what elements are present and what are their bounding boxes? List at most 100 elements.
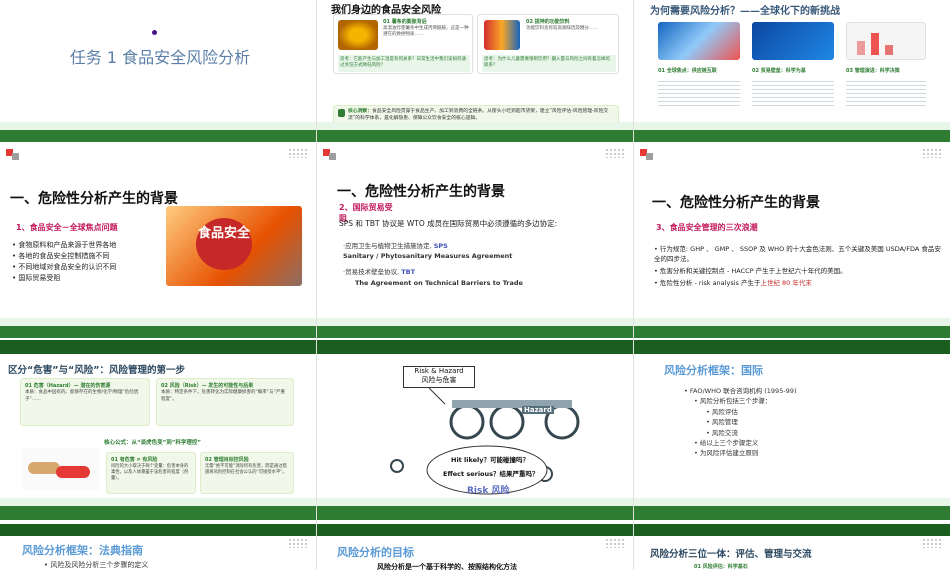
risk-card: 02 风险（Risk）— 发生的可能性与后果 本质：特定条件下，危害转化为实际健… <box>156 378 294 426</box>
question-2: Effect serious？结果严重吗？ <box>443 470 539 478</box>
card-energy-drink: 02 提神的功能饮料 功能饮料含有较高咖啡因及糖分…… 思考：为什么儿童需要限制… <box>477 14 619 74</box>
frame-shape <box>452 400 572 408</box>
green-band <box>0 340 950 354</box>
slide-10[interactable]: 风险分析框架：法典指南 • 风险及风险分析三个步骤的定义 <box>0 536 316 570</box>
body-line: 风险分析是一个基于科学的、按照结构化方法 <box>377 563 517 570</box>
bullet-item: • 国际贸易受阻 <box>12 273 61 282</box>
slide-title: 任务 1 食品安全风险分析 <box>69 48 251 67</box>
card-body: 功能饮料含有较高咖啡因及糖分…… <box>526 26 598 31</box>
card-body: 本质：特定条件下，危害转化为实际健康损害的“概率”与“严重程度”。 <box>161 390 285 402</box>
sps-line: ·应用卫生与植物卫生措施协定, SPS <box>343 242 448 250</box>
card-question: 思考：它能产生与加工温度有何关系？日常生活中我们该如何通过烹饪方式降低风险？ <box>338 55 470 72</box>
wheel-shape <box>390 459 404 473</box>
core-label: 核心洞察： <box>348 109 372 114</box>
card-body: 无需“绝不可能”消除所有危害，而是通过措施将风险控制在社会公认的“可接受水平”。 <box>205 464 287 476</box>
list-item: • 风险评估 <box>706 407 738 416</box>
card-fries: 01 薯条的膨胀背后 高温油炸使薯条中生成丙烯酰胺，这是一种潜在的致癌物质…… … <box>333 14 473 74</box>
column-heading-3: 03 管理演进：科学决策 <box>846 68 900 74</box>
card-heading: 02 风险（Risk）— 发生的可能性与后果 <box>161 383 254 389</box>
slide-4[interactable]: 一、危险性分析产生的背景 1、食品安全－全球焦点问题 • 食物原料和产品来源于世… <box>0 146 316 318</box>
port-image <box>658 22 740 60</box>
core-text: 食品安全风险贯穿于食品生产、加工到消费的全链条。从街头小吃到超市货架，建立“风险… <box>348 109 609 121</box>
risk-label: Risk 风险 <box>467 486 510 496</box>
bullet-item: • 食物原料和产品来源于世界各地 <box>12 241 117 249</box>
slide-title: 风险分析三位一体：评估、管理与交流 <box>650 549 812 560</box>
divider <box>316 0 317 570</box>
dot-pattern <box>288 148 308 158</box>
shield-icon <box>338 109 345 117</box>
food-safety-stamp: 食品安全 <box>196 218 252 270</box>
card-body: 高温油炸使薯条中生成丙烯酰胺，这是一种潜在的致癌物质…… <box>383 26 469 38</box>
tbt-english: The Agreement on Technical Barriers to T… <box>355 279 523 287</box>
hazard-label: Hazard <box>522 406 554 414</box>
card-question: 思考：为什么儿童需要限制饮用？摄入量与风险之间有着怎样的联系？ <box>482 55 616 72</box>
drink-image <box>484 20 520 50</box>
column-heading-2: 02 贸易壁垒：科学为基 <box>752 68 806 74</box>
bullet-item: • 行为规范: GHP 、 GMP 、 SSOP 及 WHO 的十大金色法则、五… <box>654 245 941 264</box>
slide-6[interactable]: 一、危险性分析产生的背景 3、食品安全管理的三次浪潮 • 行为规范: GHP 、… <box>634 146 950 318</box>
slide-3[interactable]: 为何需要风险分析？——全球化下的新挑战 01 全球焦点：供应链互联 02 贸易壁… <box>634 0 950 122</box>
slide-title: 一、危险性分析产生的背景 <box>10 191 178 207</box>
dot-pattern <box>605 538 625 548</box>
formula-heading: 核心公式：从“谈虎色变”到“科学理控” <box>104 440 201 446</box>
dot-pattern <box>605 148 625 158</box>
column-text-1 <box>658 78 740 108</box>
dot-pattern <box>922 538 942 548</box>
card-body: 风险的大小取决于两个变量：危害本身的毒性，以及人体暴露于该危害的程度（剂量）。 <box>111 464 189 482</box>
column-heading-1: 01 全球焦点：供应链互联 <box>658 68 717 74</box>
slide-1[interactable]: 任务 1 食品安全风险分析 <box>0 0 316 122</box>
slide-7[interactable]: 区分“危害”与“风险”：风险管理的第一步 01 危害（Hazard）— 潜在的伤… <box>0 358 316 498</box>
slide-title: 风险分析的目标 <box>337 546 414 559</box>
peanut-image <box>22 448 100 490</box>
food-safety-image: 食品安全 <box>166 206 302 286</box>
fries-image <box>338 20 378 50</box>
card-heading: 01 薯条的膨胀背后 <box>383 19 427 25</box>
logo-icon <box>323 149 337 161</box>
list-item: • 风险及风险分析三个步骤的定义 <box>44 561 149 569</box>
card-heading: 02 提神的功能饮料 <box>526 19 570 25</box>
slide-12[interactable]: 风险分析三位一体：评估、管理与交流 01 风险评估：科学基石 <box>634 536 950 570</box>
core-insight: 核心洞察：食品安全风险贯穿于食品生产、加工到消费的全链条。从街头小吃到超市货架，… <box>333 105 619 122</box>
dot-marker <box>152 30 157 35</box>
green-band <box>0 326 950 338</box>
wheel-shape <box>449 404 485 440</box>
trade-image <box>752 22 834 60</box>
slide-title: 风险分析框架：国际 <box>664 364 763 377</box>
lead-text: SPS 和 TBT 协议是 WTO 成员在国际贸易中必须遵循的多边协定: <box>339 219 558 228</box>
slide-title: 一、危险性分析产生的背景 <box>652 195 820 211</box>
slide-subtitle: 3、食品安全管理的三次浪潮 <box>656 223 758 232</box>
chart-image <box>846 22 926 60</box>
bullet-item: • 各地的食品安全控制措施不同 <box>12 251 110 260</box>
slide-11[interactable]: 风险分析的目标 风险分析是一个基于科学的、按照结构化方法 <box>317 536 633 570</box>
green-band <box>0 524 950 536</box>
slide-title: 风险分析框架：法典指南 <box>22 544 143 557</box>
slide-grid: 任务 1 食品安全风险分析 我们身边的食品安全风险 01 薯条的膨胀背后 高温油… <box>0 0 950 570</box>
dot-pattern <box>288 538 308 548</box>
sps-english: Sanitary / Phytosanitary Measures Agreem… <box>343 252 513 260</box>
slide-9[interactable]: 风险分析框架：国际 • FAO/WHO 联合咨询机构 (1995-99) • 风… <box>634 358 950 498</box>
slide-8[interactable]: Risk & Hazard 风险与危害 Hazard Hit likely？可能碰… <box>317 358 633 498</box>
section-heading: 01 风险评估：科学基石 <box>694 564 748 570</box>
slide-subtitle: 1、食品安全－全球焦点问题 <box>16 223 118 232</box>
list-item: • 给以上三个步骤定义 <box>694 438 759 447</box>
list-item: • 为风险评估建立原则 <box>694 449 759 458</box>
slide-5[interactable]: 一、危险性分析产生的背景 2、国际贸易受阻 SPS 和 TBT 协议是 WTO … <box>317 146 633 318</box>
slide-title: 为何需要风险分析？——全球化下的新挑战 <box>650 6 840 17</box>
green-band <box>0 130 950 142</box>
divider <box>633 0 634 570</box>
wheel-shape <box>489 404 525 440</box>
slide-2[interactable]: 我们身边的食品安全风险 01 薯条的膨胀背后 高温油炸使薯条中生成丙烯酰胺，这是… <box>317 0 633 122</box>
dot-pattern <box>922 148 942 158</box>
list-item: • FAO/WHO 联合咨询机构 (1995-99) <box>684 387 797 395</box>
list-item: • 风险交流 <box>706 428 738 437</box>
slide-title: 区分“危害”与“风险”：风险管理的第一步 <box>8 365 185 376</box>
column-text-2 <box>752 78 834 108</box>
list-item: • 风险管理 <box>706 418 738 427</box>
logo-icon <box>640 149 654 161</box>
hazard-card: 01 危害（Hazard）— 潜在的伤害源 本质：食品中固有的、能够存在的生物/… <box>20 378 150 426</box>
logo-icon <box>6 149 20 161</box>
column-text-3 <box>846 78 926 108</box>
tbt-line: ·贸易技术壁垒协议, TBT <box>343 268 416 276</box>
connector-line <box>428 387 446 405</box>
bullet-item: • 危险性分析 - risk analysis 产生于上世纪 80 年代末 <box>654 279 812 288</box>
